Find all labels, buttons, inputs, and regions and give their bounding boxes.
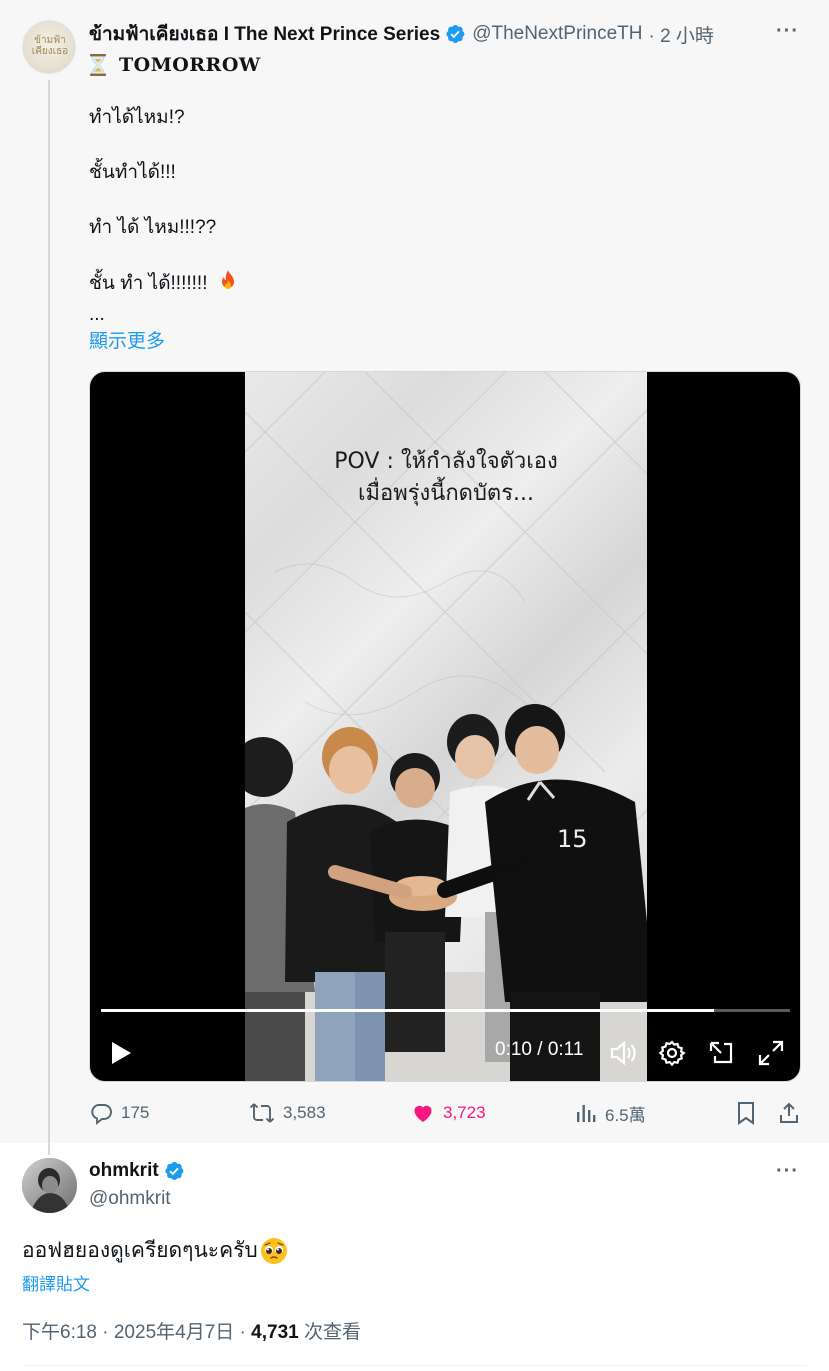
tweet-actions: 175 3,583 3,723 6.5萬: [89, 1098, 801, 1128]
retweet-button[interactable]: 3,583: [249, 1098, 326, 1128]
like-count: 3,723: [443, 1103, 486, 1122]
headline-row: TOMORROW: [89, 52, 261, 78]
more-icon[interactable]: ···: [776, 20, 799, 43]
tweet-line: ทำ ได้ ไหม!!!??: [89, 217, 217, 238]
verified-badge-icon: [165, 1162, 184, 1180]
play-icon: [112, 1042, 131, 1064]
display-name[interactable]: ohmkrit: [89, 1160, 159, 1182]
volume-button[interactable]: [608, 1036, 638, 1070]
pip-button[interactable]: [707, 1036, 735, 1070]
fullscreen-button[interactable]: [757, 1036, 785, 1070]
retweet-icon: [249, 1103, 275, 1123]
share-icon: [780, 1102, 798, 1123]
post-time[interactable]: · 2 小時: [648, 21, 713, 48]
bookmark-icon: [738, 1102, 754, 1125]
avatar[interactable]: [22, 1158, 77, 1213]
view-count: 4,731: [251, 1322, 299, 1343]
volume-icon: [610, 1040, 636, 1066]
pleading-face-icon: [260, 1237, 287, 1264]
settings-button[interactable]: [658, 1036, 686, 1070]
reply-text: ออฟฮยองดูเครียดๆนะครับ: [22, 1239, 258, 1262]
bookmark-button[interactable]: [735, 1098, 765, 1128]
display-name-row: ohmkrit: [89, 1160, 185, 1182]
show-more-link[interactable]: 顯示更多: [89, 326, 165, 353]
caption-line: เมื่อพรุ่งนี้กดบัตร...: [358, 481, 534, 506]
translate-link[interactable]: 翻譯貼文: [22, 1270, 90, 1295]
retweet-count: 3,583: [283, 1103, 326, 1122]
hourglass-icon: [90, 54, 106, 76]
video-frame[interactable]: 15 POV : ให้กำลังใจตัวเอง เมื่อพรุ่งนี้ก…: [245, 372, 647, 1081]
tweet-line-with-emoji: ชั้น ทำ ได้!!!!!!!: [89, 269, 789, 298]
like-button[interactable]: 3,723: [411, 1098, 486, 1128]
video-progress-fill: [101, 1009, 715, 1012]
video-player[interactable]: 15 POV : ให้กำลังใจตัวเอง เมื่อพรุ่งนี้ก…: [89, 371, 801, 1082]
reply-count: 175: [121, 1103, 150, 1122]
avatar-logo-text: ข้ามฟ้า เคียงเธอ: [31, 35, 69, 57]
avatar-photo: [22, 1158, 77, 1213]
tweet-line: ชั้น ทำ ได้!!!!!!!: [89, 273, 213, 294]
tweet-body: ทำได้ไหม!? ชั้นทำได้!!! ทำ ได้ ไหม!!!?? …: [89, 104, 789, 325]
play-button[interactable]: [108, 1036, 134, 1070]
reply-button[interactable]: 175: [89, 1098, 149, 1128]
share-button[interactable]: [777, 1098, 809, 1128]
handle[interactable]: @TheNextPrinceTH: [472, 23, 642, 45]
reply-body: ออฟฮยองดูเครียดๆนะครับ: [22, 1234, 288, 1267]
display-name[interactable]: ข้ามฟ้าเคียงเธอ I The Next Prince Series: [89, 19, 440, 49]
divider: [22, 1365, 807, 1366]
avatar[interactable]: ข้ามฟ้า เคียงเธอ: [22, 20, 76, 74]
reply-icon: [91, 1104, 112, 1125]
video-time: 0:10 / 0:11: [495, 1039, 584, 1060]
handle[interactable]: @ohmkrit: [89, 1188, 171, 1210]
verified-badge-icon: [446, 25, 465, 43]
view-count: 6.5萬: [605, 1105, 646, 1125]
view-label: 次查看: [298, 1322, 361, 1343]
more-icon[interactable]: ···: [776, 1160, 799, 1183]
heart-icon: [414, 1105, 432, 1122]
video-overlay-caption: POV : ให้กำลังใจตัวเอง เมื่อพรุ่งนี้กดบั…: [245, 446, 647, 510]
truncation-ellipsis: ...: [89, 304, 105, 325]
parent-tweet[interactable]: ข้ามฟ้า เคียงเธอ ข้ามฟ้าเคียงเธอ I The N…: [0, 0, 829, 1155]
fire-icon: [221, 270, 234, 289]
fullscreen-icon: [758, 1040, 784, 1066]
analytics-icon: [577, 1105, 596, 1122]
jersey-number: 15: [557, 825, 588, 853]
analytics-button[interactable]: 6.5萬: [575, 1098, 646, 1128]
tweet-header: ข้ามฟ้าเคียงเธอ I The Next Prince Series…: [89, 20, 809, 48]
pip-icon: [709, 1041, 733, 1064]
timestamp[interactable]: 下午6:18 · 2025年4月7日 ·: [22, 1322, 251, 1343]
headline-text: TOMORROW: [119, 54, 261, 76]
thread-line: [48, 80, 50, 1155]
tweet-line: ชั้นทำได้!!!: [89, 162, 176, 183]
video-progress-bar[interactable]: [101, 1009, 790, 1012]
settings-icon: [658, 1040, 686, 1067]
tweet-line: ทำได้ไหม!?: [89, 107, 185, 128]
caption-line: POV : ให้กำลังใจตัวเอง: [334, 449, 558, 474]
post-meta: 下午6:18 · 2025年4月7日 · 4,731 次查看: [22, 1317, 361, 1344]
